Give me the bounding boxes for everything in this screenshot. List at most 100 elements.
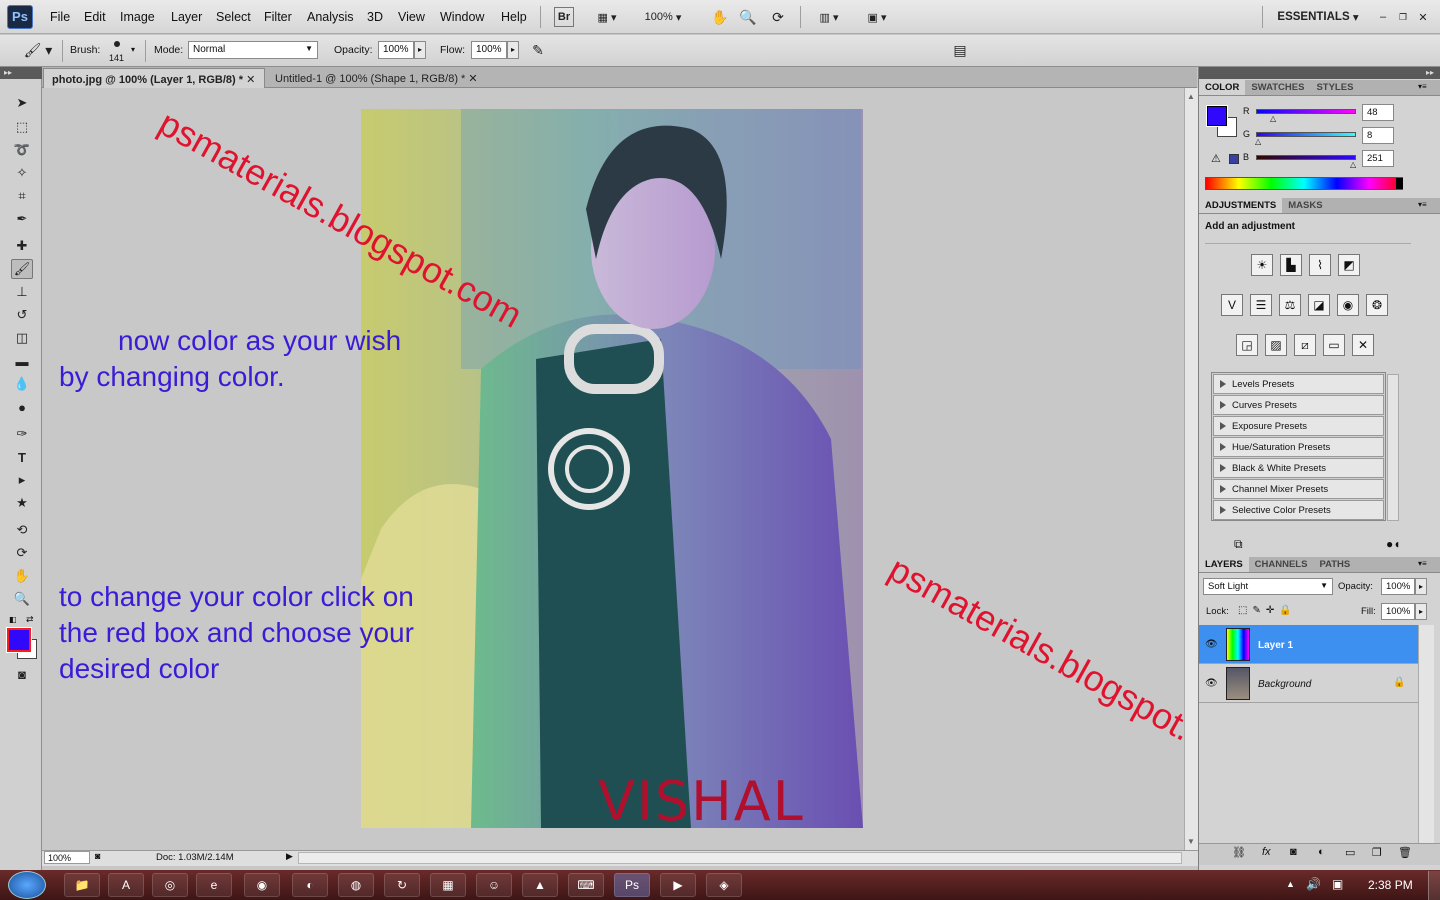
- vlc-icon[interactable]: ▲: [522, 873, 558, 897]
- g-slider[interactable]: [1256, 132, 1356, 137]
- menu-window[interactable]: Window: [440, 10, 484, 24]
- preset-selective-color[interactable]: Selective Color Presets: [1213, 500, 1384, 520]
- pdf-reader-icon[interactable]: A: [108, 873, 144, 897]
- clip-to-layer-icon[interactable]: ●◖: [1386, 537, 1401, 551]
- b-slider-thumb-icon[interactable]: △: [1350, 160, 1356, 169]
- delete-layer-icon[interactable]: 🗑: [1398, 846, 1412, 859]
- color-balance-icon[interactable]: ⚖: [1279, 294, 1301, 316]
- zoom-tool-icon[interactable]: 🔍: [11, 589, 33, 609]
- r-slider-thumb-icon[interactable]: △: [1270, 114, 1276, 123]
- color-spectrum-ramp[interactable]: [1205, 177, 1403, 190]
- photoshop-taskbar-icon[interactable]: Ps: [614, 873, 650, 897]
- mini-bridge-button[interactable]: ▦ ▾: [590, 7, 624, 27]
- threshold-icon[interactable]: ⧄: [1294, 334, 1316, 356]
- panels-collapse-icon[interactable]: ▸▸: [1199, 67, 1440, 79]
- arrange-documents-button[interactable]: ▥ ▾: [810, 7, 848, 27]
- quick-mask-icon[interactable]: ◙: [11, 664, 33, 684]
- document-image[interactable]: [361, 109, 863, 828]
- foreground-color-swatch[interactable]: [6, 627, 32, 653]
- new-group-icon[interactable]: ▭: [1345, 846, 1355, 859]
- blur-tool-icon[interactable]: 💧: [11, 374, 33, 394]
- workspace-switcher[interactable]: ESSENTIALS ▾: [1272, 7, 1364, 27]
- dodge-tool-icon[interactable]: ●: [11, 397, 33, 417]
- exposure-icon[interactable]: ◩: [1338, 254, 1360, 276]
- menu-view[interactable]: View: [398, 10, 425, 24]
- zoom-tool-icon[interactable]: 🔍: [738, 7, 758, 27]
- layer-opacity-arrow-icon[interactable]: ▸: [1415, 578, 1427, 595]
- add-mask-icon[interactable]: ◙: [1290, 846, 1297, 858]
- presets-scrollbar[interactable]: [1387, 374, 1399, 521]
- minimize-icon[interactable]: –: [1376, 7, 1390, 27]
- status-info-icon[interactable]: ◙: [95, 851, 100, 861]
- layer-name[interactable]: Background: [1258, 679, 1311, 690]
- show-desktop-button[interactable]: [1428, 871, 1440, 900]
- start-button[interactable]: [8, 871, 46, 899]
- tab-untitled-1[interactable]: Untitled-1 @ 100% (Shape 1, RGB/8) * ✕: [267, 68, 493, 88]
- preset-exposure[interactable]: Exposure Presets: [1213, 416, 1384, 436]
- preset-hue-saturation[interactable]: Hue/Saturation Presets: [1213, 437, 1384, 457]
- tab-photo[interactable]: photo.jpg @ 100% (Layer 1, RGB/8) * ✕: [43, 68, 265, 88]
- brightness-contrast-icon[interactable]: ☀: [1251, 254, 1273, 276]
- crop-tool-icon[interactable]: ⌗: [11, 186, 33, 206]
- hand-tool-icon[interactable]: ✋: [11, 566, 33, 586]
- b-value-field[interactable]: 251: [1362, 150, 1394, 167]
- firefox-icon[interactable]: ◐: [292, 873, 328, 897]
- menu-image[interactable]: Image: [120, 10, 155, 24]
- app-icon[interactable]: ◈: [706, 873, 742, 897]
- brush-tool-icon[interactable]: 🖌: [11, 259, 33, 279]
- r-value-field[interactable]: 48: [1362, 104, 1394, 121]
- color-panel-foreground-swatch[interactable]: [1206, 105, 1228, 127]
- lasso-tool-icon[interactable]: ➰: [11, 140, 33, 160]
- marquee-tool-icon[interactable]: ⬚: [11, 117, 33, 137]
- horizontal-scrollbar[interactable]: [298, 852, 1182, 864]
- move-tool-icon[interactable]: ➤: [11, 93, 33, 113]
- menu-layer[interactable]: Layer: [171, 10, 202, 24]
- tab-channels[interactable]: CHANNELS: [1248, 557, 1314, 572]
- menu-select[interactable]: Select: [216, 10, 251, 24]
- invert-icon[interactable]: ◲: [1236, 334, 1258, 356]
- default-colors-icon[interactable]: ◧: [9, 615, 17, 624]
- menu-3d[interactable]: 3D: [367, 10, 383, 24]
- preset-black-white[interactable]: Black & White Presets: [1213, 458, 1384, 478]
- eraser-tool-icon[interactable]: ◫: [11, 328, 33, 348]
- restore-icon[interactable]: ❐: [1396, 7, 1410, 27]
- rotate-view-icon[interactable]: ⟳: [768, 7, 788, 27]
- flow-field[interactable]: 100%: [471, 41, 507, 59]
- brush-picker-arrow-icon[interactable]: ▾: [131, 45, 135, 54]
- swap-colors-icon[interactable]: ⇄: [26, 614, 34, 625]
- panel-menu-icon[interactable]: ▾≡: [1418, 559, 1427, 568]
- layer-opacity-field[interactable]: 100%: [1381, 578, 1415, 595]
- menu-help[interactable]: Help: [501, 10, 527, 24]
- curves-icon[interactable]: ⌇: [1309, 254, 1331, 276]
- healing-brush-tool-icon[interactable]: ✚: [11, 236, 33, 256]
- fill-field[interactable]: 100%: [1381, 603, 1415, 620]
- b-slider[interactable]: [1256, 155, 1356, 160]
- gradient-map-icon[interactable]: ▭: [1323, 334, 1345, 356]
- history-brush-tool-icon[interactable]: ↺: [11, 305, 33, 325]
- close-icon[interactable]: ✕: [1416, 7, 1430, 27]
- black-white-icon[interactable]: ◪: [1308, 294, 1330, 316]
- tab-styles[interactable]: STYLES: [1310, 80, 1360, 95]
- tab-adjustments[interactable]: ADJUSTMENTS: [1199, 198, 1283, 213]
- vibrance-icon[interactable]: V: [1221, 294, 1243, 316]
- ramp-black-swatch[interactable]: [1396, 178, 1403, 189]
- preset-levels[interactable]: Levels Presets: [1213, 374, 1384, 394]
- custom-shape-tool-icon[interactable]: ★: [11, 493, 33, 513]
- link-layers-icon[interactable]: ⛓: [1232, 846, 1246, 859]
- clock[interactable]: 2:38 PM: [1368, 878, 1413, 892]
- bridge-button[interactable]: Br: [554, 7, 574, 27]
- photo-filter-icon[interactable]: ◉: [1337, 294, 1359, 316]
- blend-mode-select[interactable]: Soft Light ▼: [1203, 578, 1333, 595]
- panel-menu-icon[interactable]: ▾≡: [1418, 82, 1427, 91]
- layers-scrollbar[interactable]: [1418, 625, 1434, 843]
- media-player-icon[interactable]: ▶: [660, 873, 696, 897]
- media-icon[interactable]: ◉: [244, 873, 280, 897]
- quick-selection-tool-icon[interactable]: ✧: [11, 163, 33, 183]
- screen-mode-button[interactable]: ▣ ▾: [858, 7, 896, 27]
- status-zoom-field[interactable]: 100%: [44, 851, 90, 864]
- out-of-gamut-warning-icon[interactable]: ⚠: [1211, 152, 1221, 165]
- fill-arrow-icon[interactable]: ▸: [1415, 603, 1427, 620]
- panel-menu-icon[interactable]: ▾≡: [1418, 200, 1427, 209]
- clone-stamp-tool-icon[interactable]: ⊥: [11, 282, 33, 302]
- visibility-eye-icon[interactable]: 👁: [1205, 678, 1218, 689]
